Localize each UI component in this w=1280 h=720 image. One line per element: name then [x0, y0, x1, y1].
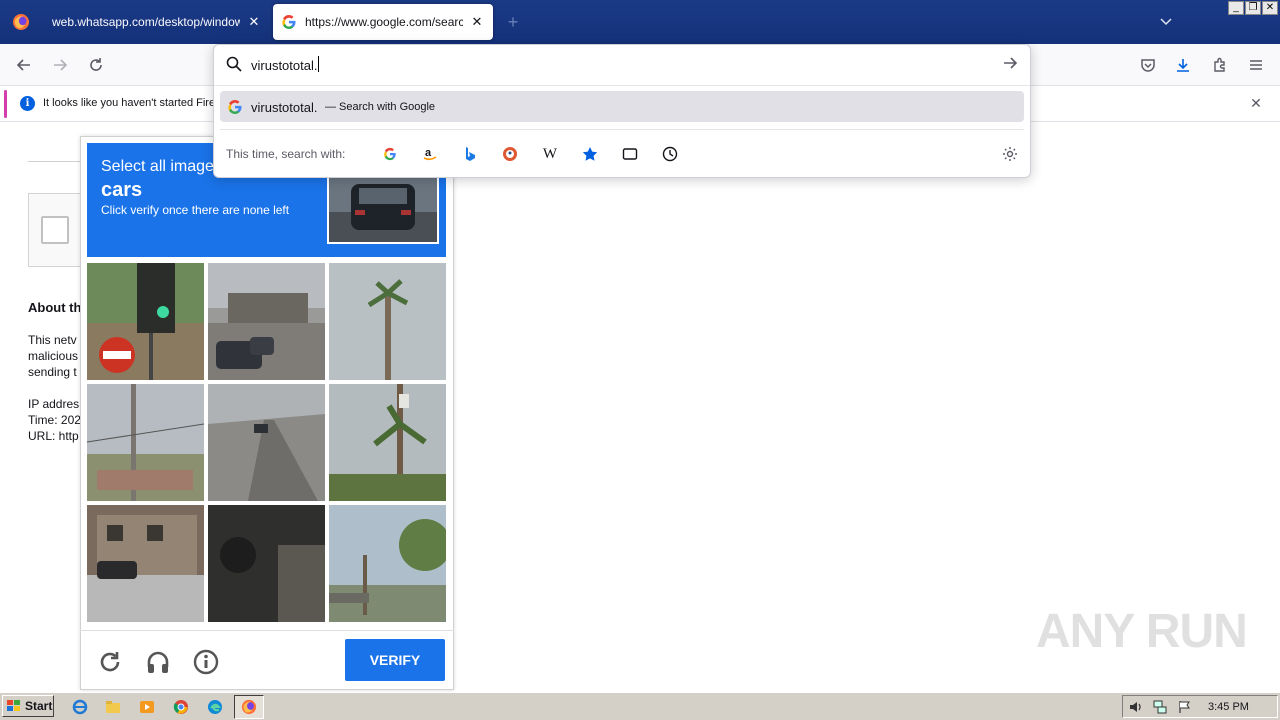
- captcha-tile[interactable]: [87, 263, 204, 380]
- tab-google-search[interactable]: https://www.google.com/search?c ✕: [273, 4, 493, 40]
- back-arrow-icon[interactable]: [10, 52, 38, 78]
- page-text-line: Time: 202: [28, 413, 81, 427]
- recaptcha-checkbox[interactable]: [41, 216, 69, 244]
- captcha-target-word: cars: [101, 179, 143, 201]
- captcha-tile[interactable]: [329, 505, 446, 622]
- tabs-icon[interactable]: [620, 144, 640, 164]
- list-all-tabs-icon[interactable]: [1156, 12, 1176, 32]
- forward-arrow-icon[interactable]: [46, 52, 74, 78]
- captcha-instruction: Select all image: [101, 158, 214, 175]
- taskbar-clock: 3:45 PM: [1208, 701, 1249, 713]
- media-player-icon[interactable]: [137, 697, 157, 717]
- oneoff-label: This time, search with:: [226, 147, 346, 161]
- search-settings-gear-icon[interactable]: [1000, 144, 1020, 164]
- taskbar: [0, 692, 1280, 720]
- explorer-folder-icon[interactable]: [103, 697, 123, 717]
- firefox-taskbar-icon[interactable]: [234, 695, 264, 719]
- oneoff-separator: [220, 129, 1024, 130]
- minimize-button[interactable]: _: [1228, 1, 1244, 15]
- ie-icon[interactable]: [70, 697, 90, 717]
- info-icon[interactable]: [191, 647, 221, 677]
- volume-icon[interactable]: [1128, 699, 1144, 715]
- suggestion-action: — Search with Google: [325, 101, 436, 113]
- page-text-line: sending t: [28, 365, 77, 379]
- anyrun-watermark: ANY RUN: [1036, 605, 1248, 658]
- headphones-icon[interactable]: [143, 647, 173, 677]
- google-icon[interactable]: [380, 144, 400, 164]
- amazon-icon[interactable]: a: [420, 144, 440, 164]
- captcha-tile[interactable]: [208, 384, 325, 501]
- close-window-button[interactable]: ✕: [1262, 1, 1278, 15]
- captcha-tile[interactable]: [329, 384, 446, 501]
- firefox-menu-icon[interactable]: [0, 0, 42, 44]
- windows-flag-icon: [6, 699, 22, 713]
- bookmarks-icon[interactable]: [580, 144, 600, 164]
- chrome-icon[interactable]: [171, 697, 191, 717]
- page-text-line: IP addres: [28, 397, 80, 411]
- google-icon: [227, 99, 243, 115]
- tab-close-icon[interactable]: ✕: [469, 14, 485, 30]
- captcha-tile[interactable]: [87, 505, 204, 622]
- start-label: Start: [25, 699, 53, 713]
- svg-text:a: a: [425, 147, 432, 159]
- edge-icon[interactable]: [205, 697, 225, 717]
- verify-button[interactable]: VERIFY: [345, 639, 445, 681]
- hamburger-menu-icon[interactable]: [1242, 52, 1270, 78]
- captcha-tile[interactable]: [208, 505, 325, 622]
- page-divider: [28, 161, 84, 162]
- google-favicon-icon: [281, 14, 297, 30]
- wikipedia-icon[interactable]: W: [540, 144, 560, 164]
- urlbar-separator: [214, 85, 1030, 86]
- captcha-subinstruction: Click verify once there are none left: [101, 203, 290, 217]
- notification-text: It looks like you haven't started Fire: [43, 97, 216, 109]
- system-tray: [1122, 695, 1278, 718]
- tab-title: web.whatsapp.com/desktop/windows/r: [52, 15, 240, 29]
- tab-title: https://www.google.com/search?c: [305, 15, 463, 29]
- about-heading: About th: [28, 300, 82, 315]
- restore-button[interactable]: ❐: [1245, 1, 1261, 15]
- bing-icon[interactable]: [460, 144, 480, 164]
- pocket-icon[interactable]: [1134, 52, 1162, 78]
- downloads-icon[interactable]: [1169, 52, 1197, 78]
- action-center-flag-icon[interactable]: [1177, 699, 1193, 715]
- captcha-tile[interactable]: [329, 263, 446, 380]
- wikipedia-glyph: W: [542, 145, 558, 162]
- history-icon[interactable]: [660, 144, 680, 164]
- network-icon[interactable]: [1152, 699, 1168, 715]
- captcha-tile[interactable]: [87, 384, 204, 501]
- tab-whatsapp[interactable]: web.whatsapp.com/desktop/windows/r ✕: [44, 4, 270, 40]
- go-arrow-icon[interactable]: [1000, 55, 1020, 73]
- notification-accent: [4, 90, 7, 118]
- page-text-line: malicious: [28, 349, 79, 363]
- search-icon: [226, 56, 242, 72]
- page-text-line: This netv: [28, 333, 77, 347]
- start-button[interactable]: Start: [2, 695, 54, 717]
- url-input[interactable]: [251, 56, 951, 74]
- reload-icon[interactable]: [82, 52, 110, 78]
- extensions-icon[interactable]: [1206, 52, 1234, 78]
- captcha-footer-divider: [80, 630, 454, 631]
- refresh-icon[interactable]: [95, 647, 125, 677]
- new-tab-button[interactable]: +: [503, 12, 523, 32]
- tab-close-icon[interactable]: ✕: [246, 14, 262, 30]
- info-icon: i: [20, 96, 35, 111]
- notification-close-icon[interactable]: ✕: [1248, 95, 1264, 111]
- page-text-line: URL: http: [28, 429, 79, 443]
- suggestion-text: virustototal.: [251, 100, 318, 115]
- text-caret: [318, 56, 319, 72]
- duckduckgo-icon[interactable]: [500, 144, 520, 164]
- captcha-tile[interactable]: [208, 263, 325, 380]
